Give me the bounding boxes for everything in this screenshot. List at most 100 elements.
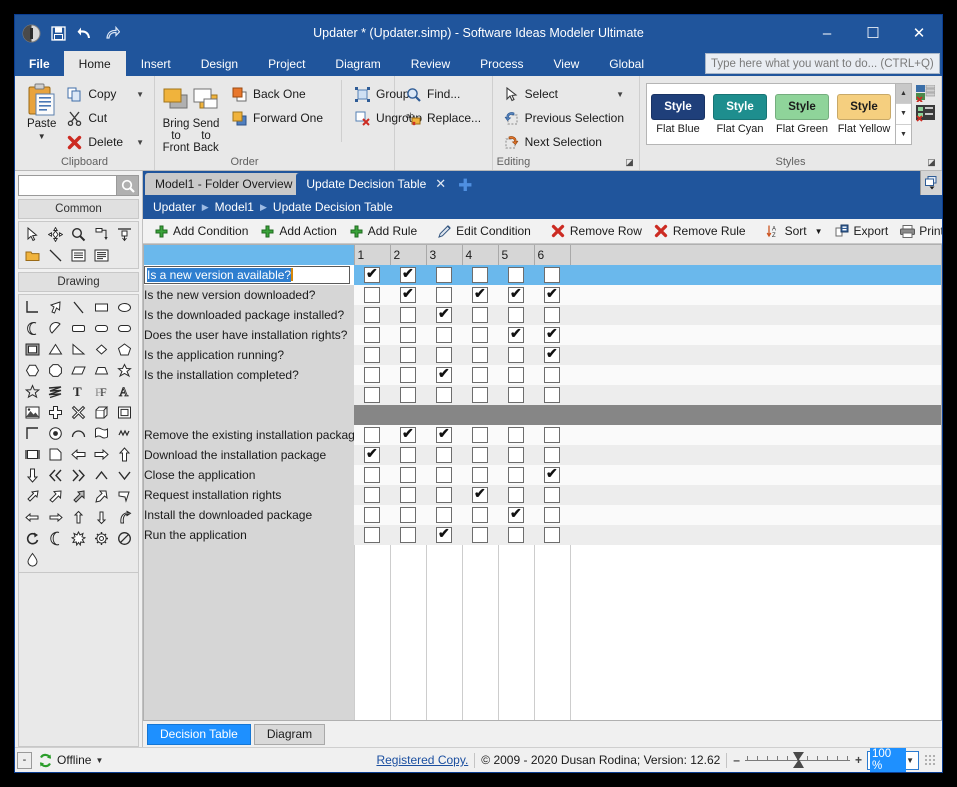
rule-checkbox[interactable] bbox=[364, 265, 380, 283]
rule-cell[interactable] bbox=[390, 325, 426, 345]
condition-label-editor[interactable]: Is a new version available? bbox=[144, 265, 354, 285]
rule-cell[interactable] bbox=[498, 465, 534, 485]
rule-checkbox[interactable] bbox=[544, 487, 560, 503]
print-button[interactable]: Print bbox=[894, 220, 942, 243]
style-item-flat-cyan[interactable]: Style Flat Cyan bbox=[709, 84, 771, 144]
chevron-down-icon[interactable] bbox=[113, 465, 136, 486]
rule-cell-empty[interactable] bbox=[570, 445, 941, 465]
pentagon-icon[interactable] bbox=[113, 339, 136, 360]
minimize-button[interactable]: – bbox=[804, 15, 850, 51]
view-tab-diagram[interactable]: Diagram bbox=[253, 723, 326, 745]
rule-checkbox[interactable] bbox=[472, 347, 488, 363]
move-icon[interactable] bbox=[44, 224, 67, 245]
rule-checkbox[interactable] bbox=[436, 287, 452, 303]
chevron-down-icon[interactable]: ▼ bbox=[128, 138, 144, 147]
condition-row[interactable]: Is a new version available? bbox=[144, 265, 941, 285]
rule-cell[interactable] bbox=[390, 485, 426, 505]
breadcrumb-item-updater[interactable]: Updater bbox=[153, 200, 196, 214]
rule-column-header[interactable]: 1 bbox=[353, 245, 390, 265]
undo-icon[interactable] bbox=[75, 23, 95, 43]
star-outline-icon[interactable] bbox=[21, 381, 44, 402]
rule-checkbox[interactable] bbox=[436, 425, 452, 443]
star5-icon[interactable] bbox=[113, 360, 136, 381]
rule-checkbox[interactable] bbox=[400, 307, 416, 323]
rule-checkbox[interactable] bbox=[544, 267, 560, 283]
rule-cell[interactable] bbox=[390, 425, 426, 445]
rule-checkbox[interactable] bbox=[400, 487, 416, 503]
rule-checkbox[interactable] bbox=[544, 285, 560, 303]
rule-cell[interactable] bbox=[390, 285, 426, 305]
rule-checkbox[interactable] bbox=[400, 265, 416, 283]
ellipse-icon[interactable] bbox=[113, 297, 136, 318]
action-row[interactable]: Remove the existing installation package bbox=[144, 425, 941, 445]
rule-checkbox[interactable] bbox=[472, 467, 488, 483]
gallery-expand-icon[interactable]: ▼ bbox=[896, 125, 911, 144]
style-manager-icon[interactable] bbox=[916, 85, 935, 102]
zoom-icon[interactable] bbox=[67, 224, 90, 245]
ribbon-tab-project[interactable]: Project bbox=[253, 51, 320, 76]
action-row[interactable]: Request installation rights bbox=[144, 485, 941, 505]
circle-target-icon[interactable] bbox=[44, 423, 67, 444]
rule-checkbox[interactable] bbox=[508, 387, 524, 403]
remove-rule-button[interactable]: Remove Rule bbox=[648, 220, 752, 243]
rule-cell[interactable] bbox=[534, 385, 570, 405]
rule-checkbox[interactable] bbox=[364, 487, 380, 503]
diamond-icon[interactable] bbox=[90, 339, 113, 360]
ribbon-tab-home[interactable]: Home bbox=[63, 51, 126, 76]
rule-cell[interactable] bbox=[462, 425, 498, 445]
rule-cell-empty[interactable] bbox=[570, 465, 941, 485]
action-row[interactable]: Close the application bbox=[144, 465, 941, 485]
rule-cell[interactable] bbox=[498, 325, 534, 345]
rule-column-header[interactable]: 6 bbox=[533, 245, 570, 265]
ribbon-tab-global[interactable]: Global bbox=[594, 51, 659, 76]
toolbox-search[interactable] bbox=[18, 175, 139, 196]
forward-one-button[interactable]: Forward One bbox=[227, 107, 327, 129]
rule-cell[interactable] bbox=[462, 285, 498, 305]
status-collapse-button[interactable]: - bbox=[17, 751, 32, 769]
rule-checkbox[interactable] bbox=[544, 307, 560, 323]
condition-label[interactable]: Is the new version downloaded? bbox=[144, 285, 354, 305]
action-row[interactable]: Run the application bbox=[144, 525, 941, 545]
rule-checkbox[interactable] bbox=[436, 487, 452, 503]
next-selection-button[interactable]: Next Selection bbox=[499, 131, 628, 153]
rule-cell[interactable] bbox=[534, 285, 570, 305]
rule-checkbox[interactable] bbox=[508, 427, 524, 443]
resize-grip[interactable] bbox=[924, 754, 936, 766]
rule-column-header[interactable]: 4 bbox=[461, 245, 498, 265]
rule-checkbox[interactable] bbox=[436, 525, 452, 543]
rule-cell-empty[interactable] bbox=[570, 345, 941, 365]
rule-cell[interactable] bbox=[462, 465, 498, 485]
rule-cell[interactable] bbox=[354, 325, 390, 345]
rule-cell[interactable] bbox=[390, 365, 426, 385]
rule-cell[interactable] bbox=[426, 345, 462, 365]
delete-button[interactable]: Delete ▼ bbox=[62, 131, 148, 153]
arrow-right-icon[interactable] bbox=[90, 444, 113, 465]
rule-checkbox[interactable] bbox=[436, 447, 452, 463]
rule-cell[interactable] bbox=[354, 385, 390, 405]
chevron-down-icon[interactable]: ▼ bbox=[608, 90, 624, 99]
rule-checkbox[interactable] bbox=[436, 347, 452, 363]
rule-cell-empty[interactable] bbox=[570, 265, 941, 285]
rule-checkbox[interactable] bbox=[508, 505, 524, 523]
chevron-down-icon[interactable]: ▼ bbox=[906, 756, 918, 765]
action-row[interactable]: Install the downloaded package bbox=[144, 505, 941, 525]
rule-checkbox[interactable] bbox=[544, 325, 560, 343]
add-rule-button[interactable]: Add Rule bbox=[343, 220, 423, 243]
moon-icon[interactable] bbox=[21, 318, 44, 339]
rule-checkbox[interactable] bbox=[400, 425, 416, 443]
paste-button[interactable]: Paste ▼ bbox=[21, 80, 62, 143]
rule-cell[interactable] bbox=[390, 505, 426, 525]
chevrons-left-icon[interactable] bbox=[44, 465, 67, 486]
arc-icon[interactable] bbox=[67, 423, 90, 444]
ribbon-search-input[interactable]: Type here what you want to do... (CTRL+Q… bbox=[705, 53, 940, 74]
rule-checkbox[interactable] bbox=[508, 325, 524, 343]
condition-row[interactable]: Is the downloaded package installed? bbox=[144, 305, 941, 325]
rule-checkbox[interactable] bbox=[508, 487, 524, 503]
rule-checkbox[interactable] bbox=[364, 367, 380, 383]
rule-cell[interactable] bbox=[534, 485, 570, 505]
rule-checkbox[interactable] bbox=[472, 485, 488, 503]
back-one-button[interactable]: Back One bbox=[227, 83, 327, 105]
rule-cell[interactable] bbox=[462, 445, 498, 465]
rule-cell[interactable] bbox=[498, 505, 534, 525]
line-icon[interactable] bbox=[67, 297, 90, 318]
